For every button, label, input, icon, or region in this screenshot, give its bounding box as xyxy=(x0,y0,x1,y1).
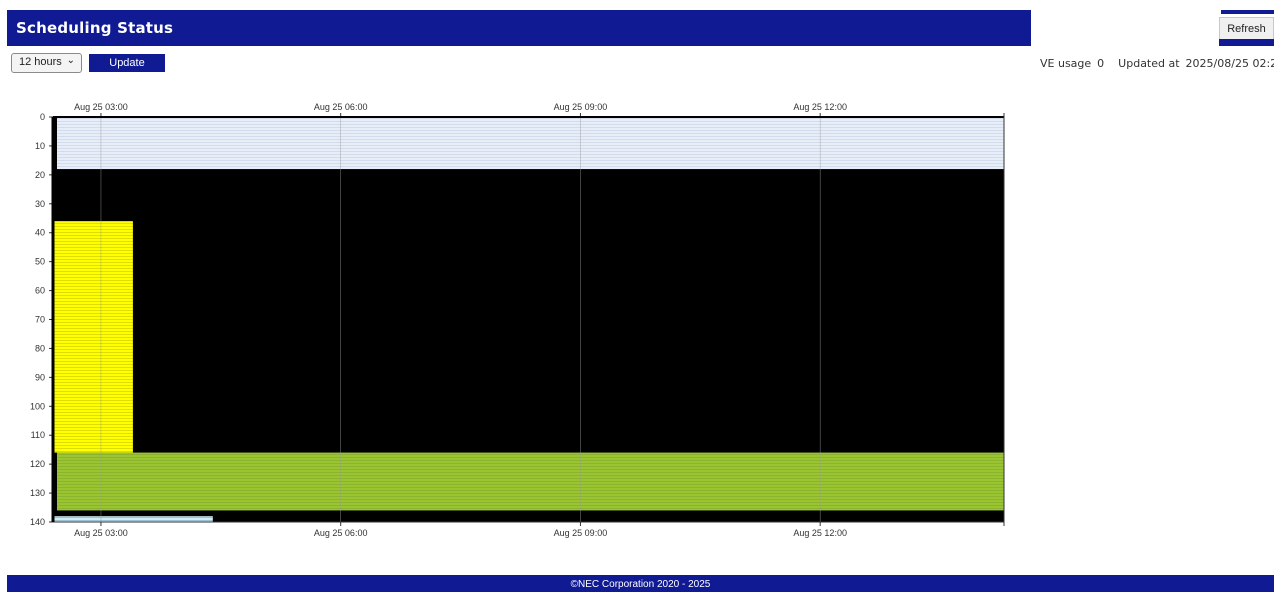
y-tick-label: 0 xyxy=(40,112,45,122)
page-title: Scheduling Status xyxy=(16,19,174,37)
y-tick-label: 20 xyxy=(35,170,45,180)
scheduling-chart-svg: Aug 25 03:00 Aug 25 03:00 Aug 25 06:00 Aug … xyxy=(30,102,1005,538)
y-tick-label: 140 xyxy=(30,517,45,527)
y-tick-label: 130 xyxy=(30,488,45,498)
y-tick-label: 120 xyxy=(30,459,45,469)
x-tick-label-bottom: Aug 25 12:00 xyxy=(793,528,847,538)
ve-usage-label: VE usage xyxy=(1040,57,1092,70)
job-block xyxy=(53,516,213,522)
job-block xyxy=(53,221,133,453)
y-tick-label: 100 xyxy=(30,401,45,411)
time-range-value: 12 hours xyxy=(19,56,62,68)
y-tick-label: 70 xyxy=(35,315,45,325)
refresh-button[interactable]: Refresh xyxy=(1219,17,1274,39)
update-button[interactable]: Update xyxy=(89,54,165,72)
job-block xyxy=(56,452,1005,511)
job-block xyxy=(56,117,1005,170)
x-tick-label-bottom: Aug 25 06:00 xyxy=(314,528,368,538)
y-tick-label: 10 xyxy=(35,141,45,151)
refresh-underline xyxy=(1219,39,1274,46)
updated-at-value: 2025/08/25 02:22:5 xyxy=(1185,57,1274,70)
y-tick-label: 110 xyxy=(31,430,45,440)
y-tick-label: 50 xyxy=(35,257,45,267)
y-tick-label: 90 xyxy=(35,372,45,382)
x-tick-label-top: Aug 25 03:00 xyxy=(74,102,128,112)
y-tick-label: 40 xyxy=(35,228,45,238)
updated-at-label: Updated at xyxy=(1118,57,1180,70)
x-tick-label-top: Aug 25 12:00 xyxy=(793,102,847,112)
header-bar: Scheduling Status xyxy=(7,10,1031,46)
time-range-select[interactable]: 12 hours ⌄ xyxy=(11,53,82,73)
x-tick-label-top: Aug 25 06:00 xyxy=(314,102,368,112)
y-tick-label: 80 xyxy=(35,343,45,353)
ve-usage-value: 0 xyxy=(1097,57,1105,70)
status-readout: VE usage 0 Updated at 2025/08/25 02:22:5 xyxy=(1040,57,1274,70)
footer: ©NEC Corporation 2020 - 2025 xyxy=(7,575,1274,592)
header-bar-right xyxy=(1221,10,1274,14)
y-tick-label: 60 xyxy=(35,286,45,296)
chevron-down-icon: ⌄ xyxy=(66,55,75,66)
y-tick-label: 30 xyxy=(35,199,45,209)
x-tick-label-bottom: Aug 25 09:00 xyxy=(554,528,608,538)
x-tick-label-bottom: Aug 25 03:00 xyxy=(74,528,128,538)
x-tick-label-top: Aug 25 09:00 xyxy=(554,102,608,112)
scheduling-chart: Aug 25 03:00 Aug 25 03:00 Aug 25 06:00 Aug … xyxy=(0,95,1020,545)
